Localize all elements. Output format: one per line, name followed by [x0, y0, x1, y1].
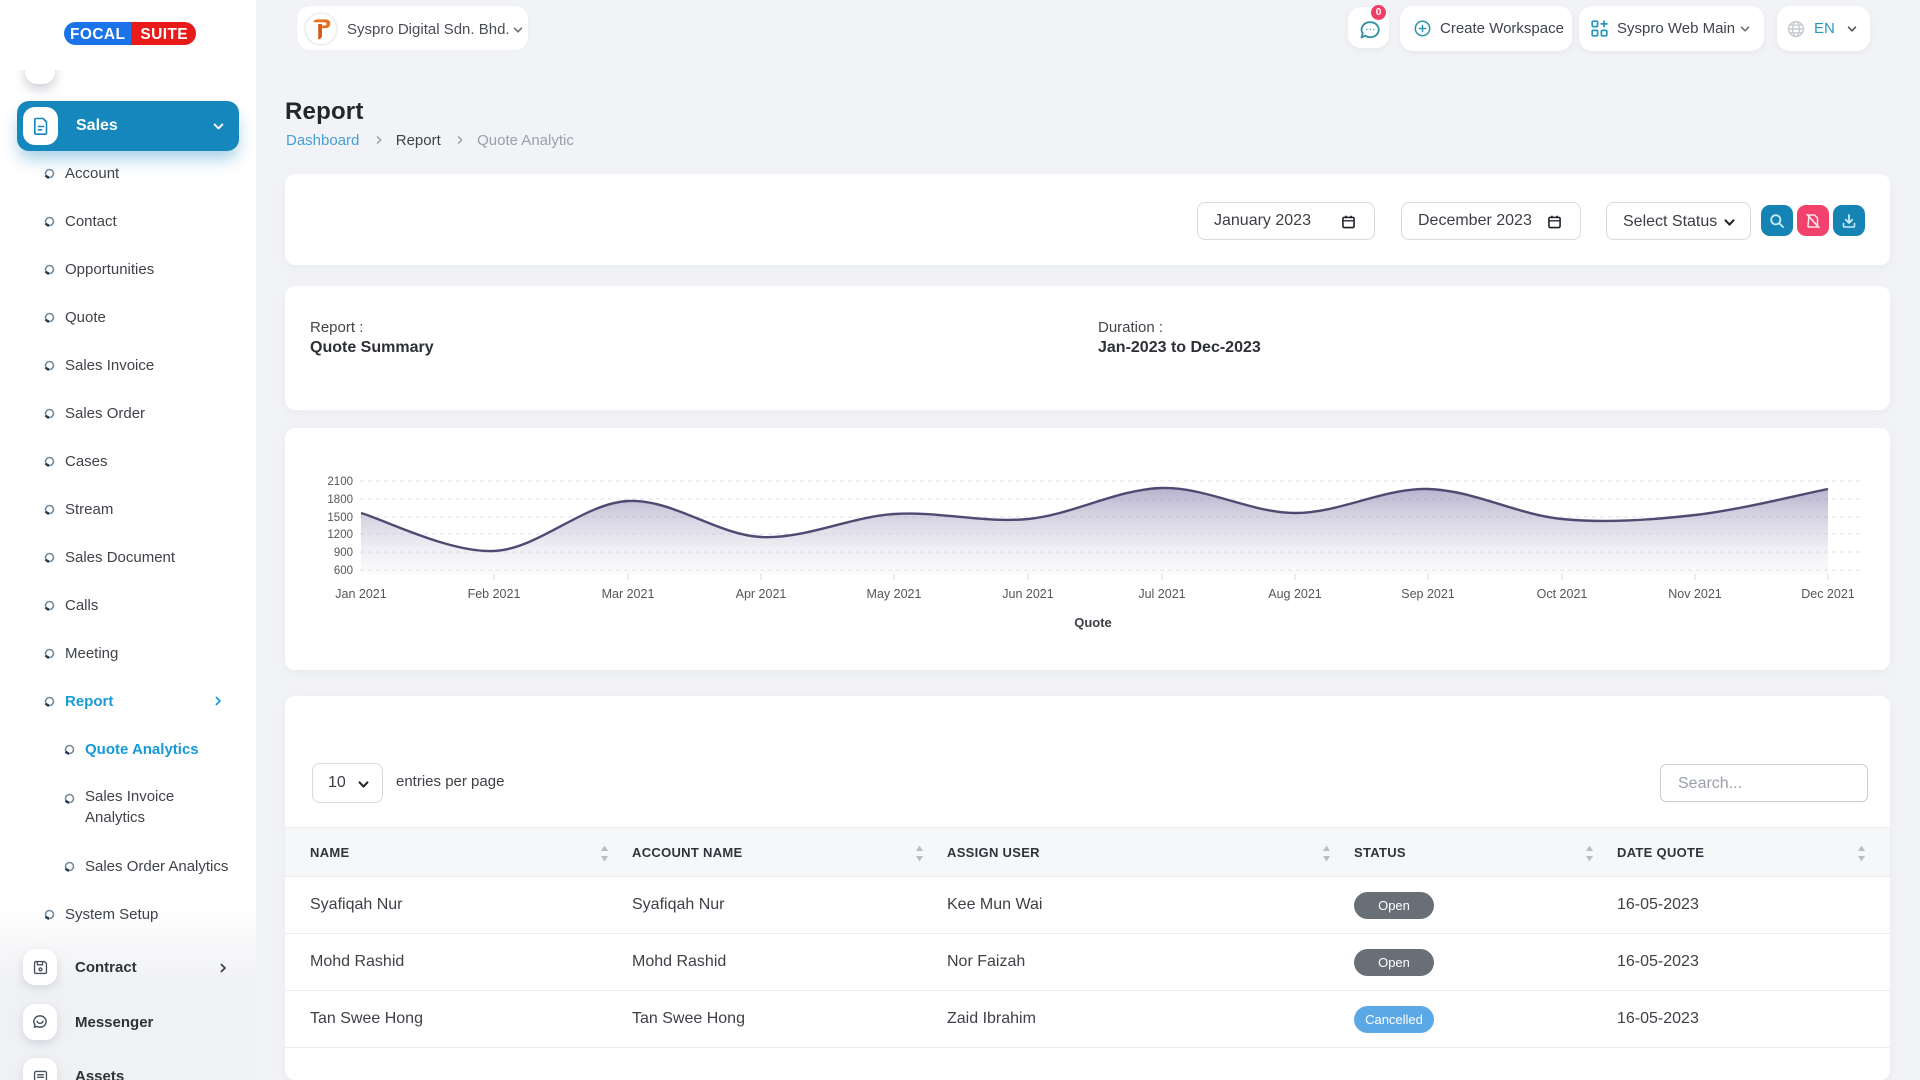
svg-text:600: 600: [334, 565, 353, 577]
svg-text:Jul 2021: Jul 2021: [1138, 587, 1185, 601]
svg-text:900: 900: [334, 547, 353, 559]
svg-text:Jun 2021: Jun 2021: [1002, 587, 1053, 601]
svg-text:Nov 2021: Nov 2021: [1668, 587, 1722, 601]
svg-text:Sep 2021: Sep 2021: [1401, 587, 1455, 601]
svg-text:Mar 2021: Mar 2021: [602, 587, 655, 601]
svg-text:1800: 1800: [327, 494, 353, 506]
svg-text:Oct 2021: Oct 2021: [1537, 587, 1588, 601]
svg-text:Jan 2021: Jan 2021: [335, 587, 386, 601]
svg-text:May 2021: May 2021: [867, 587, 922, 601]
svg-text:Dec 2021: Dec 2021: [1801, 587, 1855, 601]
svg-text:2100: 2100: [327, 476, 353, 488]
svg-text:Apr 2021: Apr 2021: [736, 587, 787, 601]
svg-text:Feb 2021: Feb 2021: [468, 587, 521, 601]
svg-text:1200: 1200: [327, 529, 353, 541]
svg-text:1500: 1500: [327, 512, 353, 524]
svg-text:Quote: Quote: [1074, 615, 1112, 630]
svg-text:Aug 2021: Aug 2021: [1268, 587, 1322, 601]
